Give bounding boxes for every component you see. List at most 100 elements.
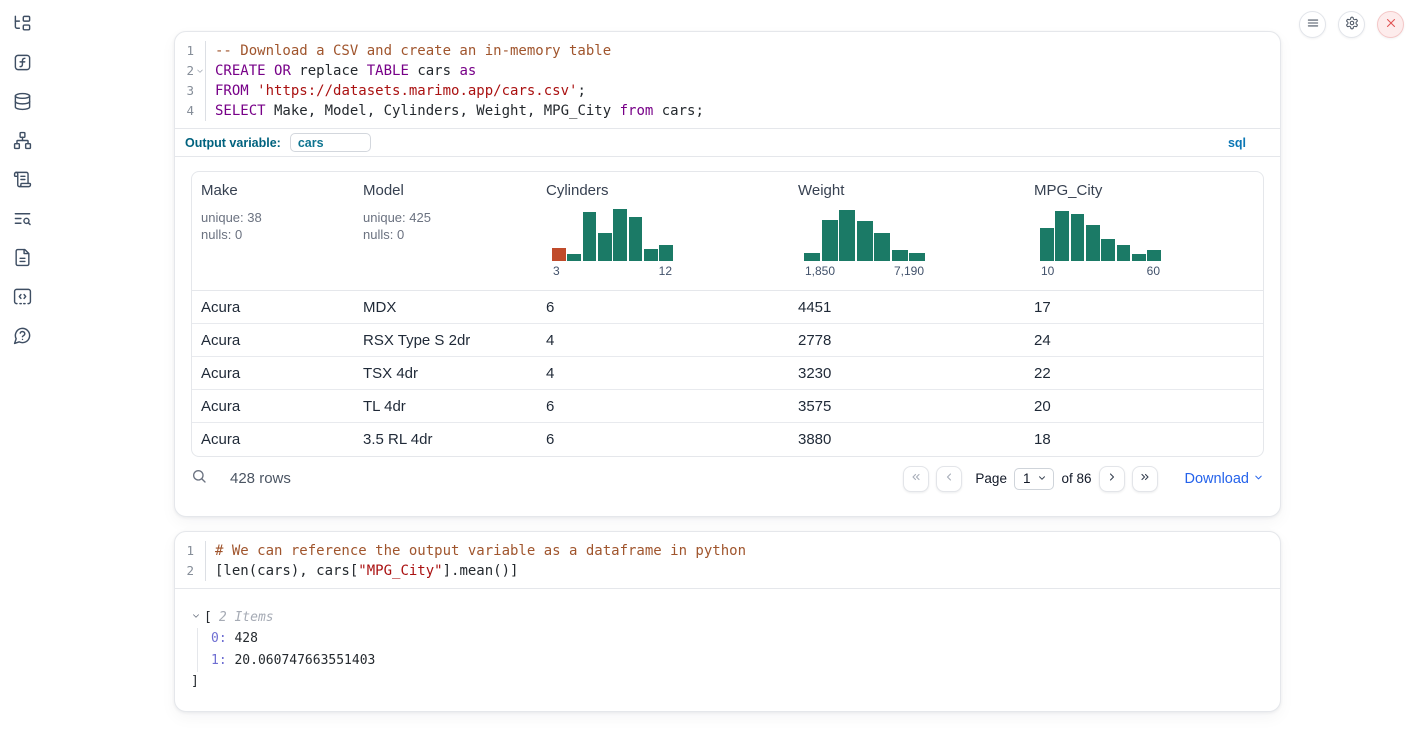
histogram-bar (659, 245, 673, 261)
column-name[interactable]: Model (363, 182, 537, 199)
histogram-bar (839, 210, 855, 261)
histogram-bar (1101, 239, 1115, 261)
histogram-bar (822, 220, 838, 261)
download-label: Download (1185, 471, 1250, 487)
language-badge[interactable]: sql (1228, 136, 1246, 150)
sidebar-item-documentation[interactable] (11, 248, 33, 270)
column-histogram[interactable]: 1,8507,190 (804, 207, 925, 278)
code-token (266, 63, 274, 79)
sidebar-item-file-explorer[interactable] (11, 14, 33, 36)
table-cell: 6 (537, 431, 789, 448)
sidebar-item-datasources[interactable] (11, 92, 33, 114)
table-cell: 4451 (789, 299, 1025, 316)
window-controls (1299, 11, 1404, 38)
histogram-bar (583, 212, 597, 261)
column-name[interactable]: Weight (798, 182, 1025, 199)
table-cell: 3880 (789, 431, 1025, 448)
table-cell: 3575 (789, 398, 1025, 415)
code-token: FROM (215, 83, 249, 99)
axis-max-label: 7,190 (894, 264, 924, 278)
histogram-bar (892, 250, 908, 261)
page-select[interactable]: 1 (1014, 468, 1055, 490)
code-token: cars; (653, 103, 704, 119)
table-cell: 4 (537, 365, 789, 382)
table-cell: TSX 4dr (354, 365, 537, 382)
table-cell: Acura (192, 299, 354, 316)
line-gutter: 1 (175, 41, 206, 61)
close-icon (1384, 16, 1398, 33)
code-token: SELECT (215, 103, 266, 119)
sidebar-item-snippets[interactable] (11, 287, 33, 309)
prev-page-button[interactable] (936, 466, 962, 492)
code-line: 1-- Download a CSV and create an in-memo… (175, 41, 1280, 61)
axis-min-label: 10 (1041, 264, 1054, 278)
python-code-editor[interactable]: 1 # We can reference the output variable … (175, 532, 1280, 588)
table-cell: TL 4dr (354, 398, 537, 415)
histogram-bar (1040, 228, 1054, 261)
collapse-chevron-icon[interactable] (191, 610, 204, 625)
column-stats: unique: 425nulls: 0 (363, 209, 537, 243)
code-token: ].mean()] (443, 563, 519, 579)
tree-entry-value: 428 (227, 631, 258, 646)
code-line: 4SELECT Make, Model, Cylinders, Weight, … (175, 101, 1280, 121)
table-row[interactable]: AcuraRSX Type S 2dr4277824 (192, 324, 1263, 357)
column-name[interactable]: MPG_City (1034, 182, 1264, 199)
line-gutter: 1 (175, 541, 206, 561)
next-page-button[interactable] (1099, 466, 1125, 492)
tree-close-bracket: ] (191, 672, 1264, 692)
line-number: 1 (175, 41, 194, 61)
column-histogram[interactable]: 1060 (1040, 207, 1161, 278)
axis-min-label: 3 (553, 264, 560, 278)
sidebar-item-scratchpad[interactable] (11, 170, 33, 192)
python-output: [ 2 Items 0: 4281: 20.060747663551403 ] (175, 588, 1280, 708)
sidebar-item-variables[interactable] (11, 53, 33, 75)
histogram-bar (598, 233, 612, 261)
sidebar-item-help[interactable] (11, 326, 33, 348)
tree-entry: 0: 428 (211, 628, 1264, 650)
code-token: # We can reference the output variable a… (215, 543, 746, 559)
marimo-notebook: 1-- Download a CSV and create an in-memo… (0, 0, 1408, 729)
column-histogram[interactable]: 312 (552, 207, 673, 278)
table-cell: 20 (1025, 398, 1264, 415)
chevron-right-icon (1106, 471, 1118, 486)
code-text: [len(cars), cars["MPG_City"].mean()] (206, 561, 518, 581)
histogram-bar (644, 249, 658, 261)
code-text: # We can reference the output variable a… (206, 541, 746, 561)
table-row[interactable]: AcuraMDX6445117 (192, 291, 1263, 324)
last-page-button[interactable] (1132, 466, 1158, 492)
sidebar-item-logs[interactable] (11, 209, 33, 231)
search-icon[interactable] (191, 468, 207, 489)
table-row[interactable]: AcuraTSX 4dr4323022 (192, 357, 1263, 390)
tree-entry-value: 20.060747663551403 (227, 653, 376, 668)
table-cell: 2778 (789, 332, 1025, 349)
code-token: Make, Model, Cylinders, Weight, MPG_City (266, 103, 620, 119)
column-name[interactable]: Cylinders (546, 182, 789, 199)
line-gutter: 2 (175, 61, 206, 81)
download-button[interactable]: Download (1185, 471, 1265, 487)
menu-button[interactable] (1299, 11, 1326, 38)
table-body: AcuraMDX6445117AcuraRSX Type S 2dr427782… (192, 291, 1263, 456)
sql-code-editor[interactable]: 1-- Download a CSV and create an in-memo… (175, 32, 1280, 128)
code-text: CREATE OR replace TABLE cars as (206, 61, 476, 81)
table-header: Makeunique: 38nulls: 0Modelunique: 425nu… (192, 172, 1263, 291)
settings-button[interactable] (1338, 11, 1365, 38)
table-cell: 3230 (789, 365, 1025, 382)
table-row[interactable]: AcuraTL 4dr6357520 (192, 390, 1263, 423)
column-stat: nulls: 0 (201, 226, 354, 243)
output-variable-input[interactable] (290, 133, 371, 152)
tree-body: 0: 4281: 20.060747663551403 (197, 628, 1264, 672)
first-page-button[interactable] (903, 466, 929, 492)
shutdown-button[interactable] (1377, 11, 1404, 38)
chevrons-left-icon (910, 471, 922, 486)
table-row[interactable]: Acura3.5 RL 4dr6388018 (192, 423, 1263, 456)
fold-chevron-icon[interactable] (194, 61, 205, 81)
column-name[interactable]: Make (201, 182, 354, 199)
histogram-bars (804, 207, 925, 261)
histogram-bar (552, 248, 566, 261)
sidebar-item-dependency-graph[interactable] (11, 131, 33, 153)
message-question-icon (13, 326, 32, 348)
fold-slot (194, 541, 205, 561)
fold-slot (194, 101, 205, 121)
code-token: as (459, 63, 476, 79)
code-line: 1 # We can reference the output variable … (175, 541, 1280, 561)
